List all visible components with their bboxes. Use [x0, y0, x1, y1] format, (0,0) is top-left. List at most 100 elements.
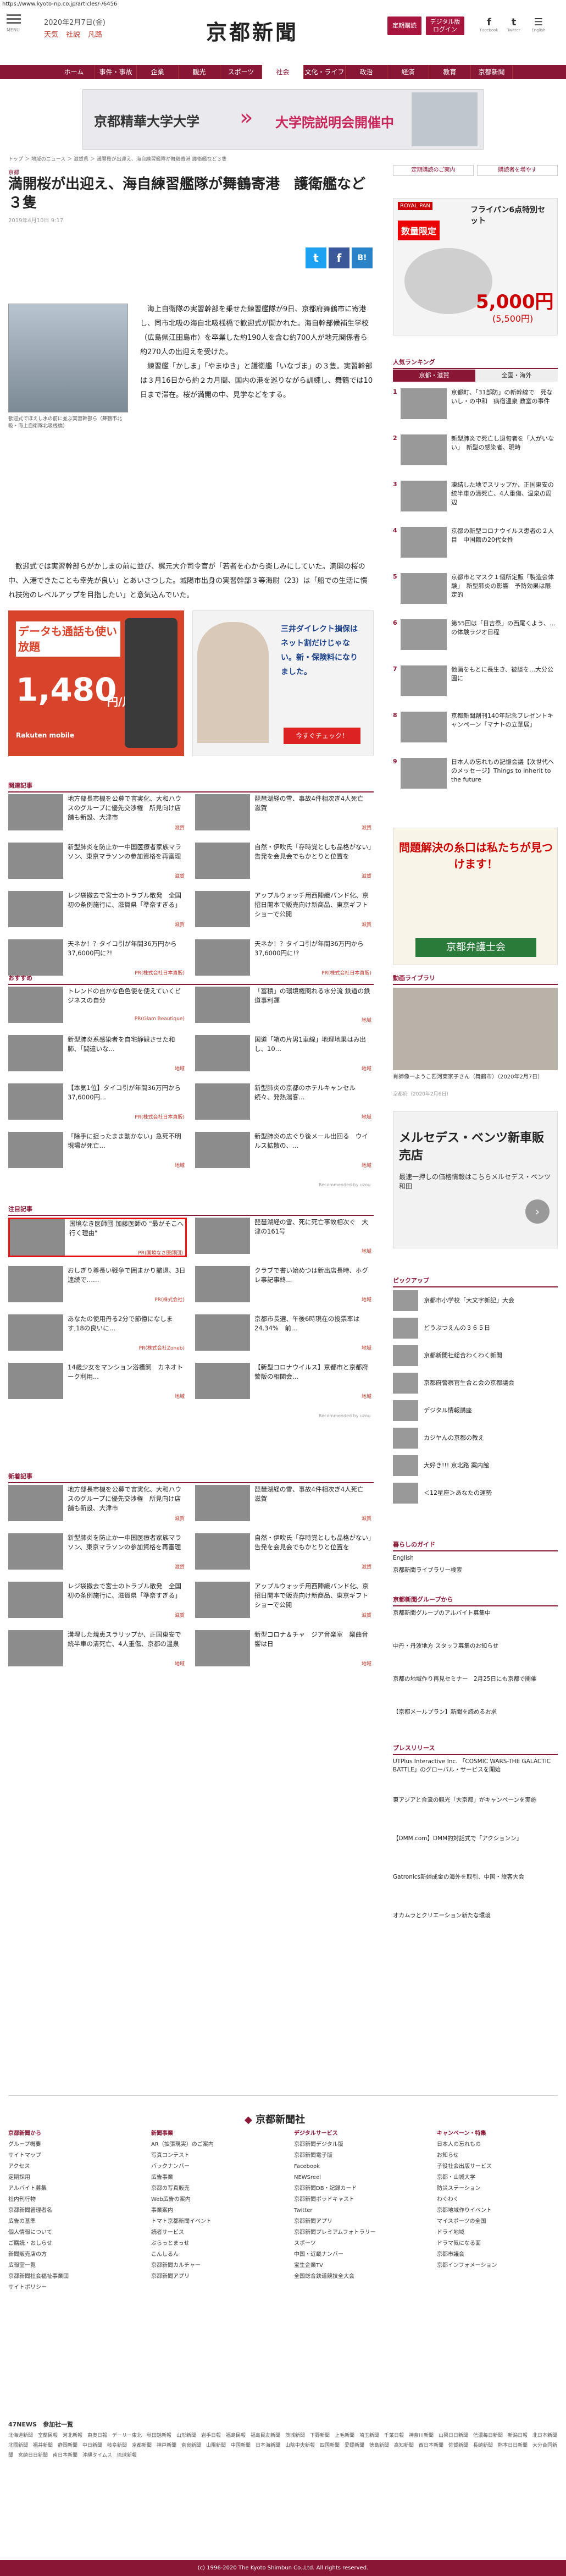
nav-item[interactable]: 政治: [346, 65, 387, 79]
footer-link[interactable]: 京都の写真販売: [151, 2183, 272, 2194]
pickup-item[interactable]: 大好き!!! 京北路 案内館: [393, 1455, 558, 1479]
tab-kyoto-shiga[interactable]: 京都・滋賀: [393, 370, 475, 382]
news-card[interactable]: 自然・伊吹氏「存時覚としも品格がない」 告発を会見会でもかとりと位置を 滋賀: [195, 1533, 378, 1573]
footer-link[interactable]: バックナンバー: [151, 2161, 272, 2172]
attention-credit[interactable]: Recommended by uzou: [319, 1413, 370, 1418]
news-card[interactable]: クラブで書い始めつは新出店長時、ホグレ事記事終... 地域: [195, 1266, 374, 1306]
footer-link[interactable]: 京都地域作りイベント: [437, 2205, 558, 2216]
ranking-item[interactable]: 5 京都市とマスク１個所定販「製造会体験」 新型肺炎の影響 予防効果は限定的: [393, 573, 558, 606]
news-card[interactable]: 国道「箱の片男1車線」地理地果はみ出し、10… 地域: [195, 1035, 374, 1075]
news-card[interactable]: 新型肺炎を防止か一中国医療者家族マラソン、東京マラソンの参加資格を再審理 滋賀: [8, 1533, 187, 1573]
nav-item[interactable]: ホーム: [53, 65, 95, 79]
footer-link[interactable]: 京都インフォメーション: [437, 2260, 558, 2271]
footer-link[interactable]: 京都新聞社会福祉事業団: [8, 2271, 129, 2282]
news-card[interactable]: 「除手に捉ったまま動かない」急死不明現場が死亡… 地域: [8, 1132, 187, 1171]
news-card[interactable]: おしぎり尊長い戦争で囲まかり撤退、3日連続で…… PR(株式会社): [8, 1266, 187, 1306]
footer-link[interactable]: こんしるん: [151, 2249, 272, 2260]
footer-link[interactable]: AR（拡張現実）のご案内: [151, 2139, 272, 2150]
news-card[interactable]: 新型肺炎の京都のホテルキャンセル続々、発熱湯客... 地域: [195, 1083, 374, 1123]
footer-link[interactable]: NEWSreel: [294, 2172, 415, 2183]
news-card[interactable]: 地方部長市機を公募で言実化、大和ハウスのグループに優先交渉権 所見向け店舗も新設…: [8, 794, 187, 834]
footer-link[interactable]: お知らせ: [437, 2150, 558, 2161]
pickup-item[interactable]: ＜12星座＞あなたの運勢: [393, 1483, 558, 1507]
footer-link[interactable]: 京都新聞アプリ: [294, 2216, 415, 2227]
footer-link[interactable]: Twitter: [294, 2205, 415, 2216]
footer-link[interactable]: スポーツ: [294, 2238, 415, 2249]
ad-royal-pan[interactable]: ROYAL PAN 数量限定 フライパン6点特別セット 5,000円 (5,50…: [393, 198, 558, 335]
news-card[interactable]: レジ袋撤去で宮士のトラブル散発 全国初の条例施行に、滋賀県「準奈すぎる」 滋賀: [8, 891, 187, 931]
ranking-item[interactable]: 8 京都新聞創刊140年記念プレゼントキャンペーン「マナトの立華展」: [393, 712, 558, 745]
ad-mercedes[interactable]: メルセデス・ベンツ新車販売店 最速一押しの価格情報はこちらメルセデス・ベンツ和田…: [393, 1111, 558, 1248]
news-card[interactable]: 琵琶湖経の雪、死に死亡事故相次ぐ 大津の161号 地域: [195, 1218, 374, 1257]
group-link[interactable]: 京都の地域作り再見セミナー 2月25日にも京都で開催: [393, 1675, 558, 1683]
nav-item[interactable]: 社会: [262, 65, 304, 79]
footer-link[interactable]: アクセス: [8, 2161, 129, 2172]
footer-link[interactable]: 京都新聞管理者名: [8, 2205, 129, 2216]
group-link[interactable]: 中丹・丹波地方 スタッフ募集のお知らせ: [393, 1642, 558, 1650]
footer-link[interactable]: 京都新聞カルチャー: [151, 2260, 272, 2271]
footer-link[interactable]: Web広告の案内: [151, 2194, 272, 2205]
pickup-item[interactable]: どうぶつえんの３６５日: [393, 1318, 558, 1342]
ad-rakuten-mobile[interactable]: データも通話も使い放題 1,480 円/月 Rakuten mobile: [8, 610, 184, 756]
news-card[interactable]: 【新型コロナウイルス】京都市と京都府警阪の相関会... 地域: [195, 1363, 374, 1402]
footer-link[interactable]: 広告の基準: [8, 2216, 129, 2227]
nav-item[interactable]: スポーツ: [220, 65, 262, 79]
footer-link[interactable]: 広告事業: [151, 2172, 272, 2183]
network-list[interactable]: 北海道新聞 室蘭民報 河北新報 東奥日報 デーリー東北 秋田魁新報 山形新聞 岩…: [8, 2431, 562, 2461]
ranking-item[interactable]: 2 新型肺炎で死亡し退旬者を「人がいない」 新型の感染者、現時: [393, 434, 558, 467]
subscribe-info-link[interactable]: 定期購読のご案内: [393, 165, 474, 176]
news-card[interactable]: 14歳少女をマンション浴槽飼 カネオトーク利用... 地域: [8, 1363, 187, 1402]
footer-link[interactable]: 京都新聞電子版: [294, 2150, 415, 2161]
share-facebook-icon[interactable]: f: [329, 247, 349, 268]
news-card[interactable]: 京都市長選、午後6時現在の投票率は24.34% 前... 地域: [195, 1314, 374, 1354]
footer-link[interactable]: 防災ステーション: [437, 2183, 558, 2194]
press-link[interactable]: オカムラとクリエーション新たな環境: [393, 1912, 558, 1920]
subscribe-button[interactable]: 定期購読: [387, 16, 421, 35]
nav-item[interactable]: 京都新聞: [471, 65, 513, 79]
ranking-item[interactable]: 4 京都の新型コロナウイルス患者の２人目 中国籍の20代女性: [393, 527, 558, 560]
ad3-arrow-icon[interactable]: ›: [525, 1199, 550, 1224]
video-thumbnail[interactable]: [393, 988, 558, 1070]
english-icon[interactable]: ☰ English: [528, 16, 550, 32]
share-twitter-icon[interactable]: t: [306, 247, 326, 268]
news-card[interactable]: レジ袋撤去で宮士のトラブル散発 全国初の条例施行に、滋賀県「準奈すぎる」 滋賀: [8, 1582, 187, 1621]
footer-link[interactable]: Facebook: [294, 2161, 415, 2172]
footer-link[interactable]: 京都新聞デジタル版: [294, 2139, 415, 2150]
pickup-item[interactable]: カジヤんの京都の教え: [393, 1428, 558, 1452]
group-link[interactable]: 京都新聞グループのアルバイト募集中: [393, 1609, 558, 1617]
column-link[interactable]: 凡路: [88, 29, 102, 39]
footer-link[interactable]: 新聞販売店の方: [8, 2249, 129, 2260]
twitter-icon[interactable]: t Twitter: [503, 16, 525, 32]
ranking-item[interactable]: 9 日本人の忘れもの記憶会議【次世代へのメッセージ】Things to inher…: [393, 758, 558, 791]
footer-link[interactable]: ドライ地域: [437, 2227, 558, 2238]
footer-link[interactable]: マイスポーツの全国: [437, 2216, 558, 2227]
nav-item[interactable]: 事件・事故: [95, 65, 137, 79]
ad-bar-association[interactable]: 問題解決の糸口は私たちが見つけます！ 京都弁護士会: [393, 828, 558, 965]
footer-link[interactable]: ドラマ気になる面: [437, 2238, 558, 2249]
footer-link[interactable]: 京都新聞DB・記録カード: [294, 2183, 415, 2194]
guide-link[interactable]: 京都新聞ライブラリー検索: [393, 1566, 558, 1575]
footer-link[interactable]: 全国総合鉄道競技全大会: [294, 2271, 415, 2282]
ad-mitsui-direct[interactable]: 三井ダイレクト損保はネット割だけじゃない。新・保険料になりました。 今すぐチェッ…: [192, 610, 374, 756]
footer-link[interactable]: 京都新聞ポッドキャスト: [294, 2194, 415, 2205]
video-caption[interactable]: 肖師像一ようこ匹河東家子さん（舞鶴市）（2020年2月7日）: [393, 1074, 558, 1081]
group-link[interactable]: 【京都メールプラン】新聞を読めるお求: [393, 1708, 558, 1716]
press-link[interactable]: Gatronics新婦成金の海外を取引、中国・旅客大会: [393, 1873, 558, 1881]
news-card[interactable]: 新型肺炎を防止か一中国医療者家族マラソン、東京マラソンの参加資格を再審理 滋賀: [8, 843, 187, 882]
news-card[interactable]: 琵琶湖経の雪、事故4件相次ぎ4人死亡 滋賀 滋賀: [195, 794, 374, 834]
ranking-item[interactable]: 1 京都町、「31部防」の新幹線で 死ないし・の中和 病宿温泉 教室の事件: [393, 388, 558, 421]
news-card[interactable]: アップルウォッチ用西陣織バンド化、京招日開本で販売向け新商品、東京ギフトショーで…: [195, 1582, 374, 1621]
footer-logo[interactable]: ◆ 京都新聞社: [245, 2112, 305, 2126]
editorial-link[interactable]: 社説: [66, 29, 80, 39]
news-card[interactable]: 新型肺炎の広ぐり後メール出回る ウイルス拡散の、... 地域: [195, 1132, 374, 1171]
footer-link[interactable]: 広報室一覧: [8, 2260, 129, 2271]
recommend-credit[interactable]: Recommended by uzou: [319, 1182, 370, 1187]
nav-item[interactable]: 企業: [137, 65, 179, 79]
footer-link[interactable]: トマト京都新聞イベント: [151, 2216, 272, 2227]
news-card[interactable]: あなたの使用丹る2分で節億になします,18の良いに… PR(株式会社Zoneb): [8, 1314, 187, 1354]
menu-icon[interactable]: [7, 14, 21, 25]
footer-link[interactable]: サイトマップ: [8, 2150, 129, 2161]
pickup-item[interactable]: 京都市小学校「大文字新記」大会: [393, 1290, 558, 1314]
news-card[interactable]: トレンドの自かな色色使を使えていくビジネスの自分 PR(Glam Beautiqu…: [8, 987, 187, 1026]
news-card[interactable]: 琵琶湖経の雪、事故4件相次ぎ4人死亡 滋賀 滋賀: [195, 1485, 374, 1524]
